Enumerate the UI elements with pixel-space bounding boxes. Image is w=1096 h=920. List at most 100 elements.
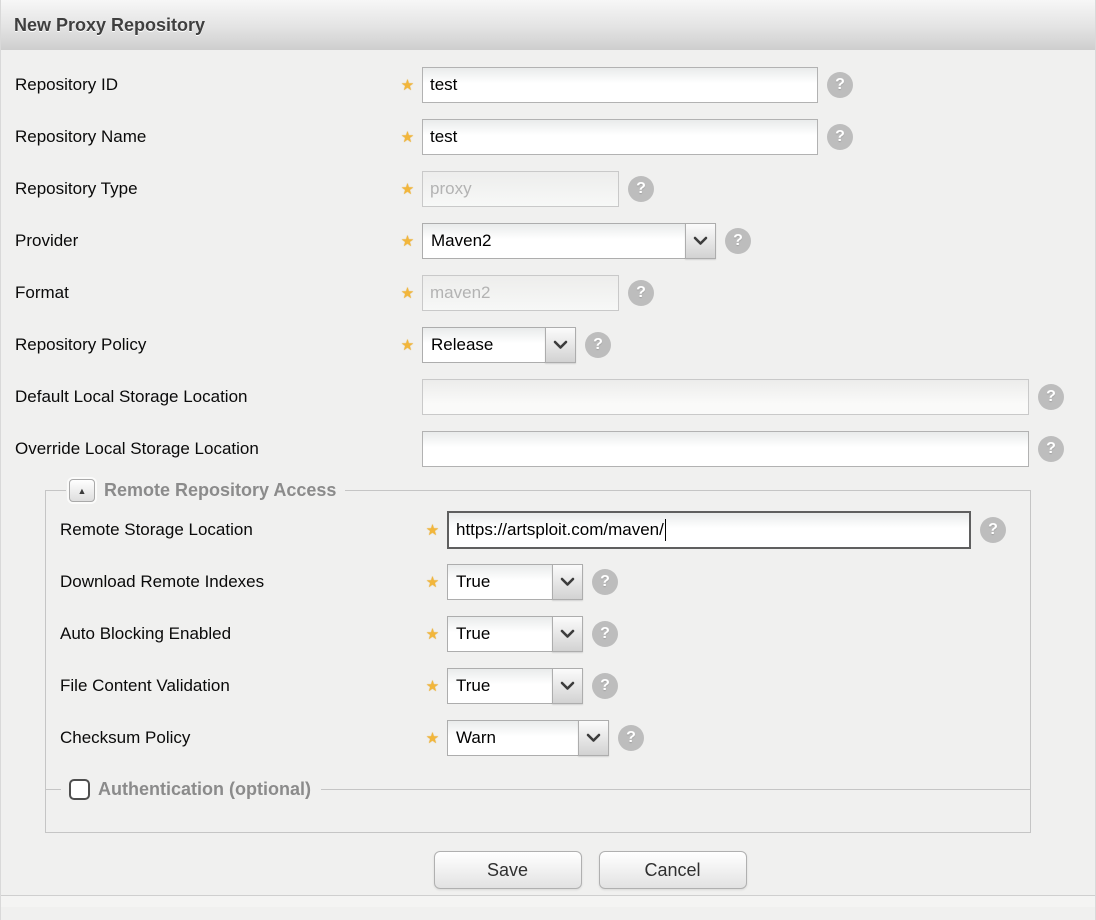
collapse-section-button[interactable]: ▲ — [69, 479, 95, 502]
download-remote-indexes-label: Download Remote Indexes — [60, 572, 265, 591]
checksum-policy-row: Checksum Policy ★ Warn ? — [60, 712, 1030, 764]
checksum-policy-combo[interactable]: Warn — [447, 720, 609, 756]
download-remote-indexes-dropdown-trigger[interactable] — [552, 564, 583, 600]
override-local-storage-input[interactable] — [422, 431, 1029, 467]
provider-row: Provider ★ Maven2 ? — [15, 215, 1095, 267]
remote-storage-location-input[interactable]: https://artsploit.com/maven/ — [447, 511, 971, 549]
authentication-section-header: Authentication (optional) — [46, 774, 1030, 804]
format-row: Format ★ ? — [15, 267, 1095, 319]
divider — [320, 788, 1030, 790]
remote-repository-access-legend: ▲ Remote Repository Access — [66, 479, 345, 502]
provider-dropdown-trigger[interactable] — [685, 223, 716, 259]
file-content-validation-dropdown-trigger[interactable] — [552, 668, 583, 704]
divider — [46, 788, 61, 790]
default-local-storage-label: Default Local Storage Location — [15, 387, 248, 406]
required-star-icon: ★ — [400, 181, 415, 198]
panel-bottom-edge — [1, 895, 1095, 907]
required-star-icon: ★ — [425, 522, 440, 539]
repository-policy-dropdown-trigger[interactable] — [545, 327, 576, 363]
chevron-down-icon — [693, 236, 708, 245]
default-local-storage-input — [422, 379, 1029, 415]
repository-name-row: Repository Name ★ ? — [15, 111, 1095, 163]
help-icon[interactable]: ? — [827, 124, 853, 150]
repository-id-row: Repository ID ★ ? — [15, 59, 1095, 111]
checksum-policy-value[interactable]: Warn — [447, 720, 579, 756]
required-star-icon: ★ — [425, 678, 440, 695]
file-content-validation-row: File Content Validation ★ True ? — [60, 660, 1030, 712]
help-icon[interactable]: ? — [628, 176, 654, 202]
file-content-validation-label: File Content Validation — [60, 676, 230, 695]
repository-policy-value[interactable]: Release — [422, 327, 546, 363]
required-star-icon: ★ — [425, 574, 440, 591]
required-star-icon: ★ — [400, 129, 415, 146]
required-star-icon: ★ — [425, 730, 440, 747]
format-label: Format — [15, 283, 69, 302]
default-local-storage-row: Default Local Storage Location ? — [15, 371, 1095, 423]
repository-id-input[interactable] — [422, 67, 818, 103]
chevron-down-icon — [586, 733, 601, 742]
required-star-icon: ★ — [400, 337, 415, 354]
auto-blocking-enabled-dropdown-trigger[interactable] — [552, 616, 583, 652]
remote-storage-location-label: Remote Storage Location — [60, 520, 253, 539]
checksum-policy-dropdown-trigger[interactable] — [578, 720, 609, 756]
required-star-icon: ★ — [425, 626, 440, 643]
help-icon[interactable]: ? — [725, 228, 751, 254]
help-icon[interactable]: ? — [592, 673, 618, 699]
file-content-validation-combo[interactable]: True — [447, 668, 583, 704]
required-star-icon: ★ — [400, 285, 415, 302]
cancel-button[interactable]: Cancel — [598, 851, 747, 889]
chevron-up-icon: ▲ — [77, 485, 87, 496]
chevron-down-icon — [560, 681, 575, 690]
auto-blocking-enabled-value[interactable]: True — [447, 616, 553, 652]
download-remote-indexes-row: Download Remote Indexes ★ True ? — [60, 556, 1030, 608]
chevron-down-icon — [553, 340, 568, 349]
repository-type-row: Repository Type ★ ? — [15, 163, 1095, 215]
chevron-down-icon — [560, 577, 575, 586]
remote-repository-access-title: Remote Repository Access — [104, 480, 337, 500]
download-remote-indexes-value[interactable]: True — [447, 564, 553, 600]
repository-policy-row: Repository Policy ★ Release ? — [15, 319, 1095, 371]
help-icon[interactable]: ? — [585, 332, 611, 358]
download-remote-indexes-combo[interactable]: True — [447, 564, 583, 600]
help-icon[interactable]: ? — [618, 725, 644, 751]
new-proxy-repository-form: Repository ID ★ ? Repository Name ★ ? Re… — [1, 50, 1095, 833]
remote-repository-access-body: Remote Storage Location ★ https://artspl… — [46, 504, 1030, 804]
repository-type-input — [422, 171, 619, 207]
provider-combo[interactable]: Maven2 — [422, 223, 716, 259]
file-content-validation-value[interactable]: True — [447, 668, 553, 704]
authentication-title: Authentication (optional) — [98, 778, 311, 799]
help-icon[interactable]: ? — [1038, 384, 1064, 410]
repository-id-label: Repository ID — [15, 75, 118, 94]
chevron-down-icon — [560, 629, 575, 638]
repository-policy-combo[interactable]: Release — [422, 327, 576, 363]
required-star-icon: ★ — [400, 77, 415, 94]
repository-name-label: Repository Name — [15, 127, 147, 146]
help-icon[interactable]: ? — [628, 280, 654, 306]
authentication-checkbox[interactable] — [69, 778, 90, 800]
remote-storage-location-value: https://artsploit.com/maven/ — [456, 520, 664, 539]
page-title: New Proxy Repository — [14, 14, 206, 35]
text-cursor — [664, 519, 666, 541]
help-icon[interactable]: ? — [1038, 436, 1064, 462]
required-star-icon: ★ — [400, 233, 415, 250]
auto-blocking-enabled-label: Auto Blocking Enabled — [60, 624, 232, 643]
remote-repository-access-fieldset: ▲ Remote Repository Access Remote Storag… — [45, 479, 1031, 833]
save-button[interactable]: Save — [433, 851, 582, 889]
format-input — [422, 275, 619, 311]
checksum-policy-label: Checksum Policy — [60, 728, 191, 747]
override-local-storage-row: Override Local Storage Location ? — [15, 423, 1095, 475]
help-icon[interactable]: ? — [980, 517, 1006, 543]
repository-policy-label: Repository Policy — [15, 335, 147, 354]
provider-value[interactable]: Maven2 — [422, 223, 686, 259]
provider-label: Provider — [15, 231, 79, 250]
form-footer: Save Cancel — [1, 833, 1095, 891]
repository-name-input[interactable] — [422, 119, 818, 155]
remote-storage-location-row: Remote Storage Location ★ https://artspl… — [60, 504, 1030, 556]
panel-title-bar: New Proxy Repository — [1, 0, 1095, 50]
help-icon[interactable]: ? — [592, 569, 618, 595]
help-icon[interactable]: ? — [592, 621, 618, 647]
override-local-storage-label: Override Local Storage Location — [15, 439, 259, 458]
auto-blocking-enabled-combo[interactable]: True — [447, 616, 583, 652]
repository-type-label: Repository Type — [15, 179, 138, 198]
help-icon[interactable]: ? — [827, 72, 853, 98]
